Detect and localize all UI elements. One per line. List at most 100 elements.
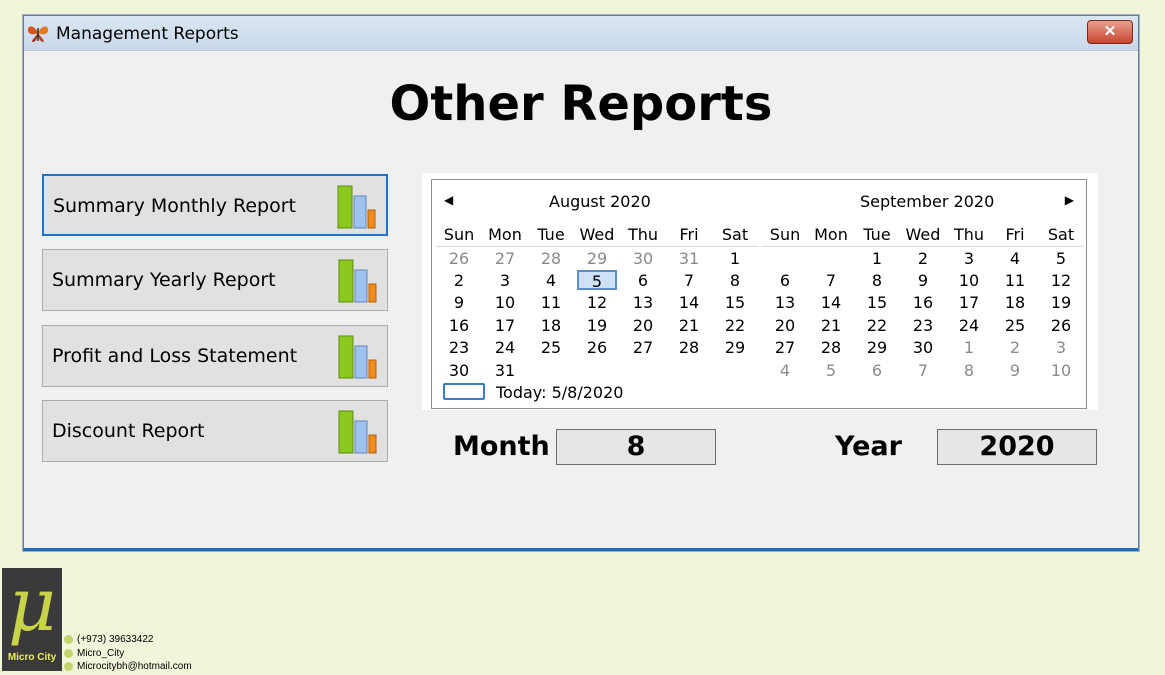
calendar-day[interactable]: 24 xyxy=(482,337,528,359)
contact-phone: (+973) 39633422 xyxy=(64,634,153,645)
calendar-day[interactable]: 22 xyxy=(712,314,758,336)
weekday-header-row: Sun Mon Tue Wed Thu Fri Sat xyxy=(436,222,758,247)
calendar-day[interactable]: 24 xyxy=(946,314,992,336)
calendar-day[interactable]: 11 xyxy=(528,292,574,314)
calendar-day[interactable]: 30 xyxy=(436,359,482,381)
calendar-week-row: 26 27 28 29 30 31 1 xyxy=(436,247,758,270)
calendar-day[interactable]: 22 xyxy=(854,314,900,336)
calendar-day[interactable]: 7 xyxy=(666,269,712,291)
calendar-day[interactable]: 28 xyxy=(666,337,712,359)
calendar-day[interactable]: 19 xyxy=(574,314,620,336)
calendar-day[interactable]: 21 xyxy=(808,314,854,336)
calendar-day[interactable]: 13 xyxy=(762,292,808,314)
calendar-day[interactable]: 26 xyxy=(574,337,620,359)
summary-monthly-report-button[interactable]: Summary Monthly Report xyxy=(42,174,388,236)
month-header-september[interactable]: September 2020 xyxy=(860,192,994,211)
month-calendar[interactable]: ◀ ▶ August 2020 September 2020 Sun Mon Tue… xyxy=(431,179,1087,409)
calendar-day[interactable]: 27 xyxy=(620,337,666,359)
calendar-day[interactable]: 17 xyxy=(946,292,992,314)
calendar-day[interactable]: 4 xyxy=(992,247,1038,270)
calendar-day[interactable]: 16 xyxy=(436,314,482,336)
calendar-day[interactable]: 14 xyxy=(666,292,712,314)
year-field[interactable]: 2020 xyxy=(937,429,1097,465)
calendar-day[interactable]: 6 xyxy=(620,269,666,291)
calendar-day[interactable]: 9 xyxy=(992,359,1038,381)
today-label[interactable]: Today: 5/8/2020 xyxy=(496,383,623,402)
calendar-day[interactable]: 30 xyxy=(900,337,946,359)
calendar-day[interactable]: 8 xyxy=(712,269,758,291)
next-month-arrow-icon[interactable]: ▶ xyxy=(1065,193,1074,207)
calendar-day[interactable]: 4 xyxy=(762,359,808,381)
calendar-day[interactable]: 20 xyxy=(762,314,808,336)
calendar-day-selected[interactable]: 5 xyxy=(574,269,620,291)
calendar-day[interactable]: 9 xyxy=(900,269,946,291)
calendar-day[interactable]: 10 xyxy=(946,269,992,291)
calendar-day[interactable]: 6 xyxy=(854,359,900,381)
calendar-day[interactable]: 29 xyxy=(712,337,758,359)
calendar-day[interactable]: 2 xyxy=(436,269,482,291)
weekday-label: Thu xyxy=(946,222,992,247)
today-indicator[interactable] xyxy=(443,383,485,400)
calendar-day[interactable]: 16 xyxy=(900,292,946,314)
calendar-day[interactable]: 12 xyxy=(574,292,620,314)
calendar-day[interactable]: 3 xyxy=(1038,337,1084,359)
calendar-day[interactable]: 23 xyxy=(900,314,946,336)
calendar-day[interactable]: 23 xyxy=(436,337,482,359)
calendar-day[interactable]: 29 xyxy=(574,247,620,270)
bar-chart-icon xyxy=(338,335,377,379)
calendar-day[interactable]: 31 xyxy=(482,359,528,381)
calendar-day[interactable]: 7 xyxy=(808,269,854,291)
calendar-day[interactable]: 25 xyxy=(528,337,574,359)
title-bar[interactable]: Management Reports ✕ xyxy=(24,16,1138,51)
calendar-day[interactable]: 13 xyxy=(620,292,666,314)
calendar-day[interactable]: 26 xyxy=(436,247,482,270)
butterfly-icon xyxy=(27,26,49,42)
profit-and-loss-statement-button[interactable]: Profit and Loss Statement xyxy=(42,325,388,387)
calendar-day[interactable]: 20 xyxy=(620,314,666,336)
calendar-day[interactable]: 21 xyxy=(666,314,712,336)
calendar-day[interactable]: 2 xyxy=(900,247,946,270)
calendar-day[interactable]: 27 xyxy=(482,247,528,270)
prev-month-arrow-icon[interactable]: ◀ xyxy=(444,193,453,207)
calendar-day[interactable]: 7 xyxy=(900,359,946,381)
calendar-day[interactable]: 1 xyxy=(946,337,992,359)
calendar-day[interactable]: 8 xyxy=(854,269,900,291)
calendar-day[interactable]: 5 xyxy=(808,359,854,381)
calendar-day[interactable]: 28 xyxy=(528,247,574,270)
summary-yearly-report-button[interactable]: Summary Yearly Report xyxy=(42,249,388,311)
calendar-day[interactable]: 3 xyxy=(946,247,992,270)
calendar-day[interactable]: 30 xyxy=(620,247,666,270)
calendar-day[interactable]: 1 xyxy=(712,247,758,270)
calendar-day[interactable]: 8 xyxy=(946,359,992,381)
calendar-day[interactable]: 14 xyxy=(808,292,854,314)
calendar-day[interactable]: 19 xyxy=(1038,292,1084,314)
calendar-day[interactable]: 6 xyxy=(762,269,808,291)
calendar-day[interactable]: 18 xyxy=(528,314,574,336)
calendar-day[interactable]: 10 xyxy=(482,292,528,314)
calendar-day[interactable]: 11 xyxy=(992,269,1038,291)
calendar-day[interactable]: 10 xyxy=(1038,359,1084,381)
calendar-day[interactable]: 18 xyxy=(992,292,1038,314)
calendar-day[interactable]: 15 xyxy=(712,292,758,314)
calendar-day[interactable]: 29 xyxy=(854,337,900,359)
discount-report-button[interactable]: Discount Report xyxy=(42,400,388,462)
calendar-day[interactable]: 26 xyxy=(1038,314,1084,336)
close-button[interactable]: ✕ xyxy=(1087,20,1133,44)
calendar-day[interactable]: 25 xyxy=(992,314,1038,336)
calendar-day[interactable]: 5 xyxy=(1038,247,1084,270)
calendar-day[interactable]: 12 xyxy=(1038,269,1084,291)
calendar-day[interactable]: 4 xyxy=(528,269,574,291)
calendar-day[interactable]: 27 xyxy=(762,337,808,359)
month-field[interactable]: 8 xyxy=(556,429,716,465)
calendar-day[interactable]: 28 xyxy=(808,337,854,359)
bar-chart-icon xyxy=(337,185,376,229)
calendar-day[interactable]: 15 xyxy=(854,292,900,314)
calendar-day[interactable]: 9 xyxy=(436,292,482,314)
calendar-day[interactable]: 3 xyxy=(482,269,528,291)
page-title: Other Reports xyxy=(389,76,773,132)
month-header-august[interactable]: August 2020 xyxy=(549,192,651,211)
calendar-day[interactable]: 1 xyxy=(854,247,900,270)
calendar-day[interactable]: 17 xyxy=(482,314,528,336)
calendar-day[interactable]: 2 xyxy=(992,337,1038,359)
calendar-day[interactable]: 31 xyxy=(666,247,712,270)
